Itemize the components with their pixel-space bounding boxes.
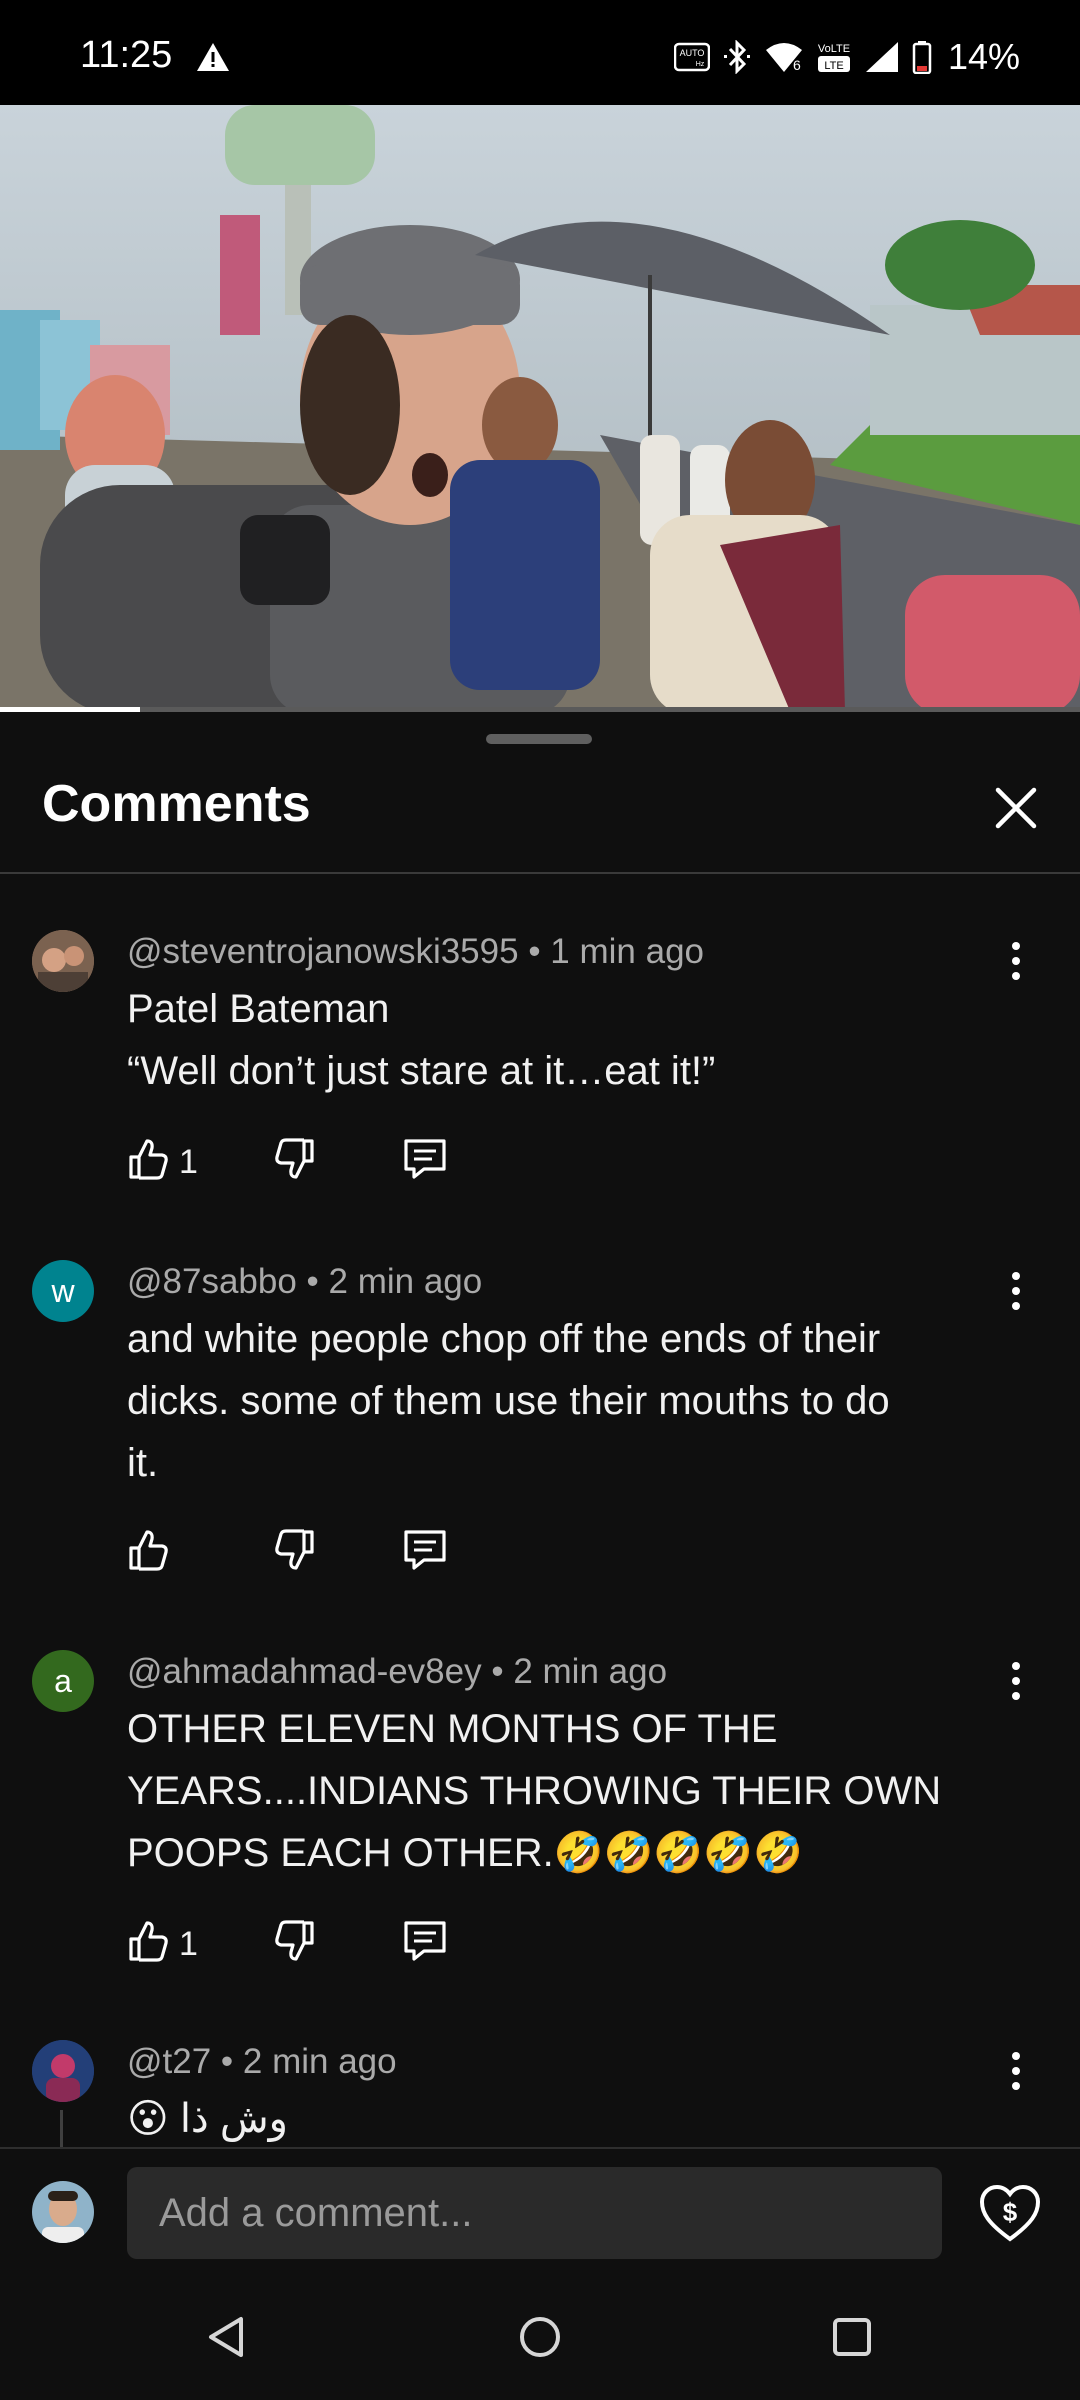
video-frame [0,105,1080,711]
comment-line: and white people chop off the ends of th… [127,1317,881,1361]
video-player[interactable] [0,105,1080,711]
comment-line: YEARS....INDIANS THROWING THEIR OWN [127,1769,942,1813]
thumb-down-icon [275,1920,314,1961]
recents-icon[interactable] [822,2307,882,2367]
more-options-icon[interactable] [1000,1270,1032,1312]
reply-icon [404,1139,446,1179]
comment-author[interactable]: @87sabbo [127,1262,297,1301]
avatar-photo [32,930,94,992]
status-icons: AUTO Hz 6 VoLTE LTE 14% [673,36,1020,78]
warning-icon [197,43,229,71]
reply-icon [404,1921,446,1961]
reply-button[interactable] [402,1528,448,1574]
comment-meta: @steventrojanowski3595 • 1 min ago [127,932,704,972]
thumb-up-icon [129,1139,168,1180]
my-avatar [32,2181,94,2243]
avatar[interactable] [32,2040,94,2102]
avatar-letter: a [54,1662,72,1699]
signal-icon [865,42,898,72]
svg-text:Hz: Hz [696,61,705,68]
comment-meta: @87sabbo • 2 min ago [127,1262,482,1302]
comment-time: 2 min ago [328,1262,483,1301]
avatar-letter: w [51,1272,75,1309]
volte-icon: VoLTE LTE [818,43,850,72]
comment-meta: @ahmadahmad-ev8ey • 2 min ago [127,1652,667,1692]
comment-line: dicks. some of them use their mouths to … [127,1379,890,1423]
meta-separator: • [481,1652,514,1691]
bluetooth-icon [723,40,750,74]
comment-meta: @t27 • 2 min ago [127,2042,397,2082]
avatar[interactable] [32,930,94,992]
comment-text: and white people chop off the ends of th… [127,1308,987,1494]
comment-item: @t27 • 2 min ago 😮 وش ذا [0,2040,1080,2147]
thumb-down-icon [275,1529,314,1570]
thumb-up-icon [129,1530,168,1571]
like-button[interactable]: 1 [127,1137,227,1183]
like-count: 1 [179,1143,198,1181]
thumb-up-icon [129,1921,168,1962]
svg-text:$: $ [1003,2197,1018,2227]
dislike-button[interactable] [272,1919,318,1965]
comment-text: Patel Bateman “Well don’t just stare at … [127,978,987,1102]
avatar-photo [32,2181,94,2243]
comment-text: OTHER ELEVEN MONTHS OF THE YEARS....INDI… [127,1698,987,1884]
dislike-button[interactable] [272,1528,318,1574]
battery-icon [912,41,932,74]
meta-separator: • [211,2042,243,2081]
reply-button[interactable] [402,1137,448,1183]
navigation-bar [0,2277,1080,2400]
comment-line: 😮 وش ذا [127,2097,288,2141]
home-icon[interactable] [510,2307,570,2367]
meta-separator: • [518,932,551,971]
more-options-icon[interactable] [1000,1660,1032,1702]
auto-hz-icon: AUTO Hz [673,42,710,72]
more-options-icon[interactable] [1000,940,1032,982]
thumb-down-icon [275,1138,314,1179]
comment-input[interactable] [127,2167,942,2259]
comment-input-bar: $ [0,2147,1080,2279]
avatar[interactable]: a [32,1650,94,1712]
super-thanks-icon[interactable]: $ [978,2183,1042,2243]
comment-author[interactable]: @ahmadahmad-ev8ey [127,1652,482,1691]
comment-text: 😮 وش ذا [127,2088,987,2147]
more-options-icon[interactable] [1000,2050,1032,2092]
avatar-photo [32,2040,94,2102]
thread-line [60,2110,63,2147]
comment-line: POOPS EACH OTHER.🤣🤣🤣🤣🤣 [127,1831,803,1875]
status-time: 11:25 [80,34,173,76]
comment-line: OTHER ELEVEN MONTHS OF THE [127,1707,778,1751]
status-bar: 11:25 AUTO Hz 6 VoLTE LTE 14% [0,0,1080,105]
comment-author[interactable]: @t27 [127,2042,211,2081]
like-button[interactable] [127,1528,227,1574]
sheet-divider [0,872,1080,874]
comment-time: 1 min ago [550,932,705,971]
meta-separator: • [296,1262,329,1301]
svg-text:AUTO: AUTO [680,48,705,58]
svg-text:6: 6 [793,57,801,73]
dislike-button[interactable] [272,1137,318,1183]
comments-sheet: Comments @steventrojanowski3595 • 1 min … [0,712,1080,2147]
comment-author[interactable]: @steventrojanowski3595 [127,932,519,971]
comment-line: “Well don’t just stare at it…eat it!” [127,1049,716,1093]
svg-text:LTE: LTE [824,60,843,72]
reply-icon [404,1530,446,1570]
wifi-6-icon: 6 [765,43,802,73]
back-icon[interactable] [197,2307,257,2367]
comment-time: 2 min ago [242,2042,397,2081]
svg-text:VoLTE: VoLTE [818,43,850,55]
sheet-drag-handle[interactable] [486,734,592,744]
like-button[interactable]: 1 [127,1919,227,1965]
reply-button[interactable] [402,1919,448,1965]
comment-item: @steventrojanowski3595 • 1 min ago Patel… [0,930,1080,1230]
like-count: 1 [179,1925,198,1963]
sheet-title: Comments [42,775,311,833]
comment-line: Patel Bateman [127,987,390,1031]
close-icon[interactable] [990,782,1042,834]
comment-time: 2 min ago [513,1652,668,1691]
avatar[interactable]: w [32,1260,94,1322]
comment-line: it. [127,1441,159,1485]
battery-percent: 14% [947,36,1020,77]
